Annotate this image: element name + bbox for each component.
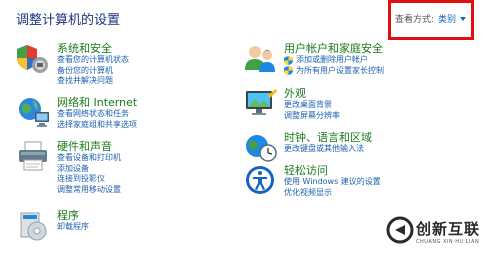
category-title[interactable]: 时钟、语言和区域 <box>284 131 372 144</box>
category-title[interactable]: 程序 <box>57 209 89 222</box>
system-security-icon <box>17 45 48 73</box>
category-title[interactable]: 轻松访问 <box>284 164 381 177</box>
highlight-box <box>388 0 474 40</box>
appearance-monitor-icon <box>246 89 277 115</box>
category-link[interactable]: 优化视频显示 <box>284 188 381 199</box>
page-title: 调整计算机的设置 <box>16 13 121 28</box>
category-link[interactable]: 卸载程序 <box>57 222 89 233</box>
uac-shield-icon <box>284 55 293 65</box>
category-title[interactable]: 外观 <box>284 87 340 100</box>
category-link[interactable]: 调整常用移动设置 <box>57 185 121 196</box>
printer-icon <box>19 141 47 171</box>
watermark-subtext: CHUANG XIN HU LIAN <box>416 239 480 245</box>
category-link-label: 为所有用户设置家长控制 <box>296 65 384 75</box>
category-link[interactable]: 选择家庭组和共享选项 <box>57 120 137 131</box>
category-link[interactable]: 连接到投影仪 <box>57 174 121 185</box>
category-link[interactable]: 更改键盘或其他输入法 <box>284 144 372 155</box>
category-link[interactable]: 为所有用户设置家长控制 <box>284 66 384 77</box>
category-link[interactable]: 更改桌面背景 <box>284 100 340 111</box>
watermark-text: 创新互联 <box>416 220 481 238</box>
category-link[interactable]: 备份您的计算机 <box>57 66 129 77</box>
category-link[interactable]: 添加设备 <box>57 164 121 175</box>
category-link-label: 添加或删除用户帐户 <box>296 55 368 64</box>
category-link[interactable]: 查找并解决问题 <box>57 76 129 87</box>
ease-of-access-icon <box>246 166 274 194</box>
network-globe-icon <box>19 98 49 127</box>
category-link[interactable]: 查看设备和打印机 <box>57 153 121 164</box>
watermark-logo: 创新互联 CHUANG XIN HU LIAN <box>384 212 481 257</box>
programs-icon <box>20 212 47 241</box>
category-link[interactable]: 查看您的计算机状态 <box>57 55 129 66</box>
category-title[interactable]: 硬件和声音 <box>57 140 121 153</box>
uac-shield-icon <box>284 66 293 76</box>
category-link[interactable]: 使用 Windows 建议的设置 <box>284 177 381 188</box>
category-title[interactable]: 用户帐户和家庭安全 <box>284 42 384 55</box>
category-title[interactable]: 系统和安全 <box>57 42 129 55</box>
users-icon <box>245 46 275 72</box>
category-link[interactable]: 查看网络状态和任务 <box>57 109 137 120</box>
brand-logo-icon <box>386 216 414 244</box>
category-link[interactable]: 添加或删除用户帐户 <box>284 55 384 66</box>
category-link[interactable]: 调整屏幕分辨率 <box>284 111 340 122</box>
clock-globe-icon <box>246 135 277 162</box>
category-title[interactable]: 网络和 Internet <box>57 96 137 109</box>
